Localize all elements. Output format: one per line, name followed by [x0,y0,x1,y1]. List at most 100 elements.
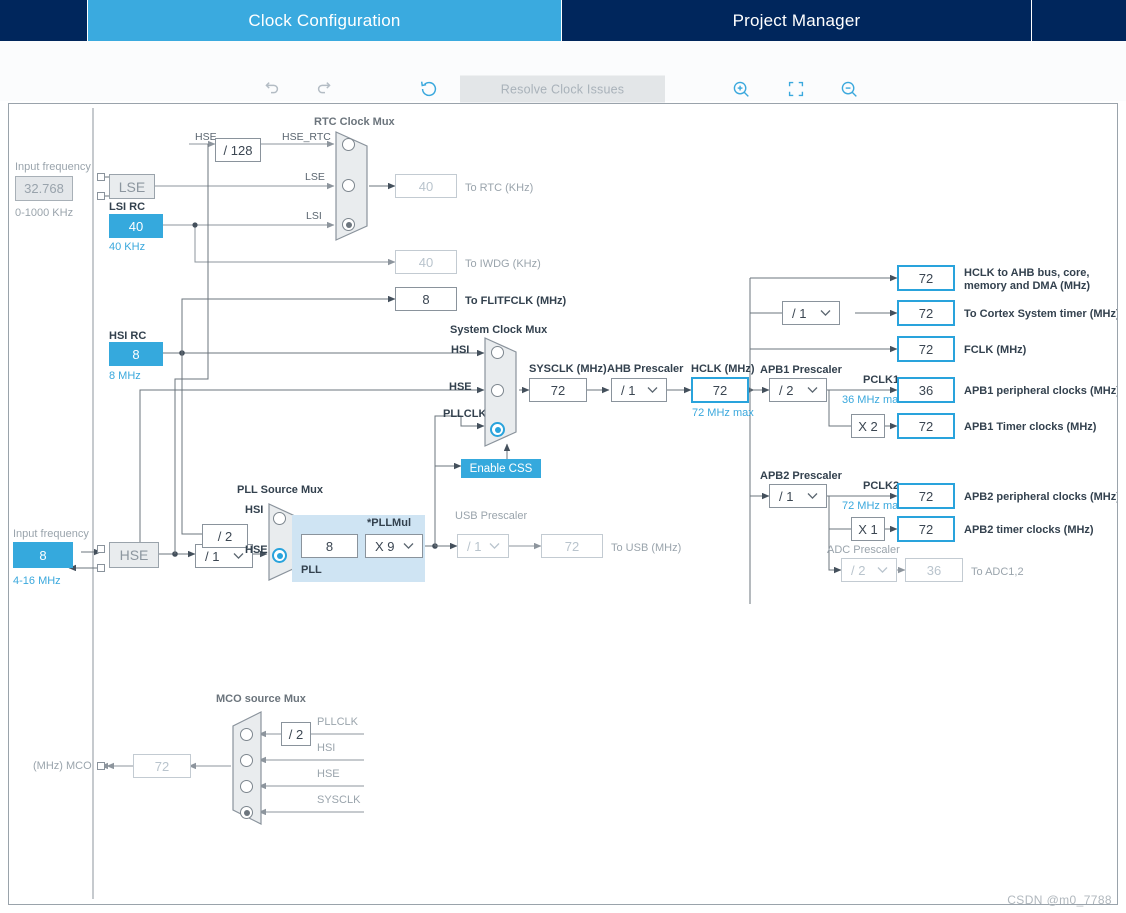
tab-blank-right[interactable] [1032,0,1126,41]
to-flitfclk-label: To FLITFCLK (MHz) [465,295,566,307]
zoom-out-icon [838,78,860,100]
ahb-prescaler-title: AHB Prescaler [607,363,683,375]
watermark: CSDN @m0_7788 [1007,893,1112,907]
hclk-ahb-label-line1: HCLK to AHB bus, core, [964,267,1090,279]
mco-mux-radio-pllclk[interactable] [240,728,253,741]
apb1-timer-value-box: 72 [897,413,955,439]
ahb-prescaler-value: / 1 [621,383,635,398]
mco-mux-radio-hsi[interactable] [240,754,253,767]
chevron-down-icon [233,553,244,560]
apb2-prescaler-value: / 1 [779,489,793,504]
rtc-clock-mux-title: RTC Clock Mux [314,116,395,128]
clock-toolbar: Resolve Clock Issues [0,41,1126,101]
apb2-prescaler-select[interactable]: / 1 [769,484,827,508]
enable-css-button[interactable]: Enable CSS [461,459,541,478]
hclk-ahb-value: 72 [919,271,933,286]
mco-source-mux-title: MCO source Mux [216,693,306,705]
pll-hsi-divider-box[interactable]: / 2 [202,524,248,548]
hclk-max-label: 72 MHz max [692,407,754,419]
mco-pin [97,762,105,770]
pclk1-title: PCLK1 [863,374,899,386]
apb1-timer-multiplier-box: X 2 [851,414,885,438]
lse-range-label: 0-1000 KHz [15,207,73,219]
sysclk-mux-radio-hsi[interactable] [491,346,504,359]
redo-icon [314,78,336,100]
undo-button[interactable] [260,78,282,100]
redo-button[interactable] [314,78,336,100]
chevron-down-icon [877,567,888,574]
fit-to-screen-button[interactable] [785,78,807,100]
rtc-mux-radio-hse-rtc[interactable] [342,138,355,151]
pll-input-value: 8 [326,539,333,554]
zoom-in-button[interactable] [730,78,752,100]
lsi-rc-title: LSI RC [109,201,145,213]
sysclk-mux-radio-hse[interactable] [491,384,504,397]
mco-value: 72 [155,759,169,774]
zoom-out-button[interactable] [838,78,860,100]
adc-prescaler-value: / 2 [851,563,865,578]
rtc-mux-radio-lsi[interactable] [342,218,355,231]
enable-css-label: Enable CSS [470,463,533,475]
fclk-label: FCLK (MHz) [964,344,1026,356]
clock-tree-canvas[interactable]: Input frequency 32.768 0-1000 KHz LSE LS… [8,103,1118,905]
cortex-systimer-prescaler-select[interactable]: / 1 [782,301,840,325]
pllmul-select[interactable]: X 9 [365,534,423,558]
pll-mux-input-1-label: HSE [245,544,268,556]
reset-button[interactable] [418,78,440,100]
chevron-down-icon [820,310,831,317]
chevron-down-icon [647,387,658,394]
main-tab-bar: Clock Configuration Project Manager [0,0,1126,41]
apb1-prescaler-title: APB1 Prescaler [760,364,842,376]
rtc-hse-divider-box[interactable]: / 128 [215,138,261,162]
pll-mux-radio-hse[interactable] [272,548,287,563]
lse-oscillator-label: LSE [119,179,145,195]
mco-mux-radio-sysclk[interactable] [240,806,253,819]
usb-value: 72 [565,539,579,554]
pclk1-max-label: 36 MHz max [842,394,904,406]
rtc-mux-input-0-label: HSE_RTC [282,131,331,143]
to-iwdg-value: 40 [419,255,433,270]
mco-input-0-label: PLLCLK [317,716,358,728]
rtc-mux-radio-lse[interactable] [342,179,355,192]
hclk-title: HCLK (MHz) [691,363,755,375]
usb-value-box: 72 [541,534,603,558]
apb2-timer-multiplier-box: X 1 [851,517,885,541]
mco-mux-radio-hse[interactable] [240,780,253,793]
apb2-prescaler-title: APB2 Prescaler [760,470,842,482]
hclk-ahb-label-line2: memory and DMA (MHz) [964,280,1090,292]
mco-input-2-label: HSE [317,768,340,780]
hsi-value-field[interactable]: 8 [109,342,163,366]
apb1-timer-value: 72 [919,419,933,434]
usb-prescaler-select[interactable]: / 1 [457,534,509,558]
hse-oscillator-label: HSE [120,547,149,563]
hse-input-frequency-value: 8 [39,548,46,563]
lse-input-frequency-label: Input frequency [15,161,91,173]
hse-input-frequency-label: Input frequency [13,528,89,540]
lse-pin-top [97,173,105,181]
sysclk-title: SYSCLK (MHz) [529,363,607,375]
lsi-value-field[interactable]: 40 [109,214,163,238]
sysclk-mux-radio-pllclk[interactable] [490,422,505,437]
lse-input-frequency-field[interactable]: 32.768 [15,176,73,201]
resolve-clock-issues-button[interactable]: Resolve Clock Issues [460,76,665,103]
sysclk-mux-input-2-label: PLLCLK [443,408,486,420]
tab-project-manager[interactable]: Project Manager [562,0,1032,41]
lse-oscillator-box[interactable]: LSE [109,174,155,199]
pclk2-max-label: 72 MHz max [842,500,904,512]
apb1-prescaler-select[interactable]: / 2 [769,378,827,402]
hse-oscillator-box[interactable]: HSE [109,542,159,568]
adc-prescaler-select[interactable]: / 2 [841,558,897,582]
cortex-systimer-value: 72 [919,306,933,321]
mco-pllclk-divider-value: / 2 [289,727,303,742]
resolve-clock-issues-label: Resolve Clock Issues [501,82,625,96]
pll-mux-radio-hsi[interactable] [273,512,286,525]
hse-input-frequency-field[interactable]: 8 [13,542,73,568]
tab-blank-left[interactable] [0,0,88,41]
ahb-prescaler-select[interactable]: / 1 [611,378,667,402]
zoom-in-icon [730,78,752,100]
mco-pllclk-divider-box[interactable]: / 2 [281,722,311,746]
hsi-unit-label: 8 MHz [109,370,141,382]
tab-clock-configuration[interactable]: Clock Configuration [88,0,562,41]
hsi-value: 8 [132,347,139,362]
hclk-value: 72 [713,383,727,398]
